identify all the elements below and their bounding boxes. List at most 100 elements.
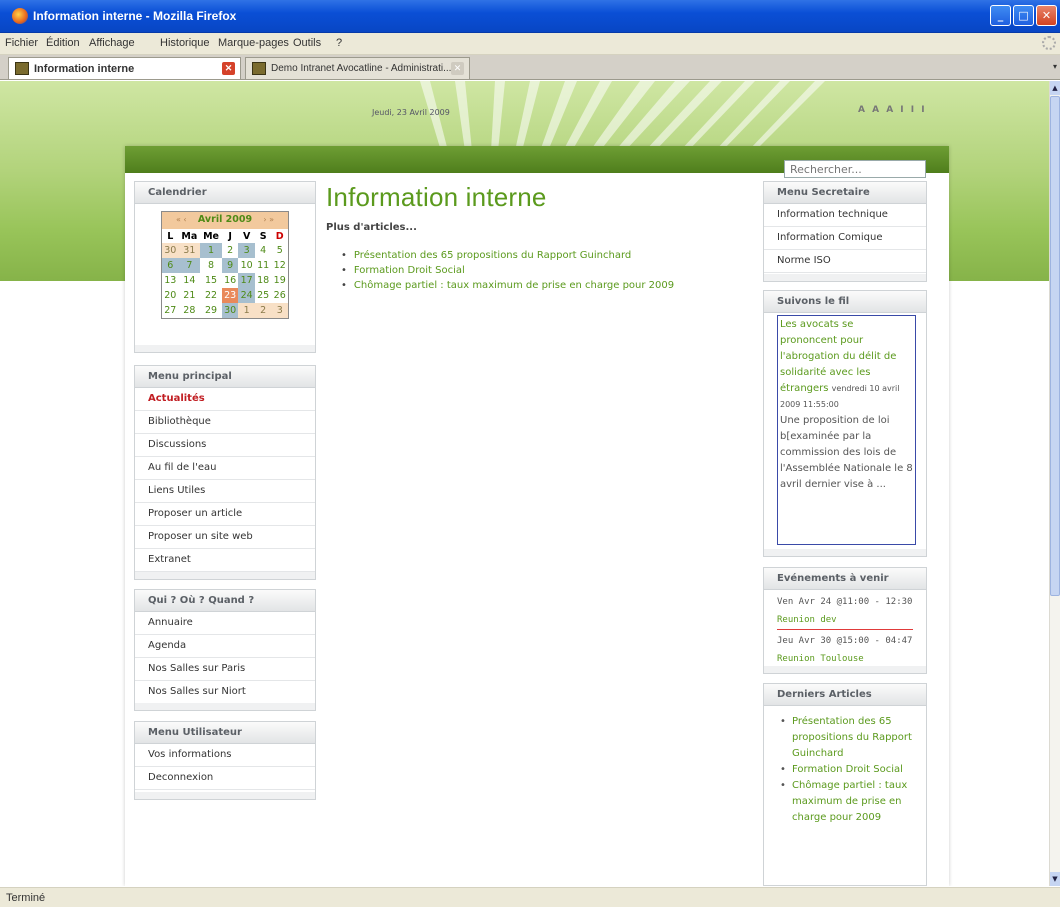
calendar-day[interactable]: 30 (221, 303, 239, 318)
nav-item-salles-paris[interactable]: Nos Salles sur Paris (135, 658, 315, 681)
calendar-day[interactable]: 4 (255, 243, 272, 258)
event-list: Ven Avr 24 @11:00 - 12:30 Reunion dev Je… (764, 590, 926, 668)
calendar-day[interactable]: 22 (200, 288, 222, 303)
menu-historique[interactable]: Historique (160, 37, 210, 49)
calendar-day[interactable]: 1 (200, 243, 222, 258)
box-footer (764, 549, 926, 556)
nav-item-vos-informations[interactable]: Vos informations (135, 744, 315, 767)
calendar-day[interactable]: 3 (238, 243, 255, 258)
calendar-day-header: Ma (181, 230, 198, 242)
calendar-day[interactable]: 18 (255, 273, 272, 288)
feed-headline-link[interactable]: Les avocats se prononcent pour l'abrogat… (780, 319, 896, 394)
nav-item-annuaire[interactable]: Annuaire (135, 612, 315, 635)
window-title: Information interne - Mozilla Firefox (33, 9, 237, 23)
close-window-button[interactable]: ✕ (1036, 5, 1057, 26)
menu-affichage[interactable]: Affichage (89, 37, 135, 49)
box-footer (135, 792, 315, 799)
search-input[interactable] (784, 160, 926, 178)
latest-article-link[interactable]: Formation Droit Social (780, 762, 926, 778)
article-link[interactable]: Formation Droit Social (341, 263, 674, 278)
calendar-day[interactable]: 11 (255, 258, 272, 273)
calendar-day[interactable]: 5 (271, 243, 288, 258)
calendar-day[interactable]: 31 (178, 243, 201, 258)
nav-item-au-fil-de-leau[interactable]: Au fil de l'eau (135, 457, 315, 480)
nav-item-proposer-site[interactable]: Proposer un site web (135, 526, 315, 549)
minimize-button[interactable]: _ (990, 5, 1011, 26)
nav-item-norme-iso[interactable]: Norme ISO (764, 250, 926, 273)
calendar-prev-nav[interactable]: « ‹ (176, 215, 187, 224)
article-link[interactable]: Présentation des 65 propositions du Rapp… (341, 248, 674, 263)
calendar-day[interactable]: 17 (238, 273, 255, 288)
tab-close-icon[interactable]: ✕ (451, 62, 464, 75)
calendar-day[interactable]: 10 (238, 258, 255, 273)
derniers-title: Derniers Articles (764, 684, 926, 706)
calendar-day[interactable]: 14 (179, 273, 201, 288)
status-text: Terminé (6, 892, 46, 904)
menu-help[interactable]: ? (336, 37, 342, 49)
menu-outils[interactable]: Outils (293, 37, 321, 49)
page-content: Jeudi, 23 Avril 2009 A A A I I I Calendr… (0, 81, 1049, 886)
calendar-day[interactable]: 30 (162, 243, 179, 258)
tab-label: Information interne (34, 63, 135, 75)
nav-item-proposer-article[interactable]: Proposer un article (135, 503, 315, 526)
calendar-day[interactable]: 7 (178, 258, 201, 273)
calendar-day[interactable]: 13 (162, 273, 179, 288)
calendar-day[interactable]: 3 (271, 303, 288, 318)
nav-item-salles-niort[interactable]: Nos Salles sur Niort (135, 681, 315, 704)
calendar-day[interactable]: 20 (162, 288, 179, 303)
tab-information-interne[interactable]: Information interne ✕ (8, 57, 241, 79)
article-list: Présentation des 65 propositions du Rapp… (326, 248, 674, 293)
calendar-day[interactable]: 1 (238, 303, 255, 318)
calendar-day[interactable]: 6 (162, 258, 179, 273)
menu-fichier[interactable]: Fichier (5, 37, 38, 49)
nav-item-deconnexion[interactable]: Deconnexion (135, 767, 315, 790)
menu-edition[interactable]: Édition (46, 37, 80, 49)
calendar-day[interactable]: 16 (222, 273, 239, 288)
menu-marque-pages[interactable]: Marque-pages (218, 37, 289, 49)
nav-item-extranet[interactable]: Extranet (135, 549, 315, 572)
feed-summary: Une proposition de loi b[examinée par la… (780, 415, 913, 490)
latest-article-link[interactable]: Présentation des 65 propositions du Rapp… (780, 714, 926, 762)
nav-item-agenda[interactable]: Agenda (135, 635, 315, 658)
event-title-link[interactable]: Reunion dev (777, 611, 926, 629)
calendar-day[interactable]: 28 (179, 303, 201, 318)
calendar-day[interactable]: 9 (221, 258, 239, 273)
nav-item-actualites[interactable]: Actualités (135, 388, 315, 411)
latest-article-link[interactable]: Chômage partiel : taux maximum de prise … (780, 778, 926, 826)
calendar-day[interactable]: 29 (200, 303, 222, 318)
calendar-day[interactable]: 24 (238, 288, 255, 303)
event-divider (777, 629, 913, 630)
nav-item-information-comique[interactable]: Information Comique (764, 227, 926, 250)
nav-item-information-technique[interactable]: Information technique (764, 204, 926, 227)
news-feed[interactable]: Les avocats se prononcent pour l'abrogat… (777, 315, 916, 545)
calendar-day[interactable]: 27 (162, 303, 179, 318)
calendar-day[interactable]: 19 (271, 273, 288, 288)
calendar-day[interactable]: 2 (254, 303, 272, 318)
scrollbar-thumb[interactable] (1050, 96, 1060, 596)
scroll-down-arrow-icon[interactable]: ▼ (1050, 872, 1060, 886)
calendar-day[interactable]: 21 (179, 288, 201, 303)
scroll-up-arrow-icon[interactable]: ▲ (1050, 81, 1060, 95)
calendar-day-header: L (167, 230, 174, 242)
nav-item-bibliotheque[interactable]: Bibliothèque (135, 411, 315, 434)
tab-close-icon[interactable]: ✕ (222, 62, 235, 75)
maximize-button[interactable]: □ (1013, 5, 1034, 26)
calendar-next-nav[interactable]: › » (263, 215, 274, 224)
text-size-controls[interactable]: A A A I I I (858, 105, 927, 115)
menu-utilisateur: Menu Utilisateur Vos informations Deconn… (134, 721, 316, 800)
calendar-day[interactable]: 12 (271, 258, 288, 273)
tab-demo-intranet[interactable]: Demo Intranet Avocatline - Administrati.… (245, 57, 470, 79)
nav-item-liens-utiles[interactable]: Liens Utiles (135, 480, 315, 503)
tab-list-arrow-icon[interactable]: ▾ (1053, 62, 1057, 71)
calendar-day[interactable]: 26 (271, 288, 288, 303)
menu-principal: Menu principal Actualités Bibliothèque D… (134, 365, 316, 580)
nav-item-discussions[interactable]: Discussions (135, 434, 315, 457)
status-bar: Terminé (0, 887, 1060, 907)
calendar-day[interactable]: 8 (200, 258, 222, 273)
calendar-day-today[interactable]: 23 (221, 288, 239, 303)
calendar-day[interactable]: 2 (222, 243, 239, 258)
vertical-scrollbar[interactable]: ▲ ▼ (1049, 81, 1060, 886)
calendar-day[interactable]: 25 (255, 288, 272, 303)
article-link[interactable]: Chômage partiel : taux maximum de prise … (341, 278, 674, 293)
calendar-day[interactable]: 15 (200, 273, 222, 288)
